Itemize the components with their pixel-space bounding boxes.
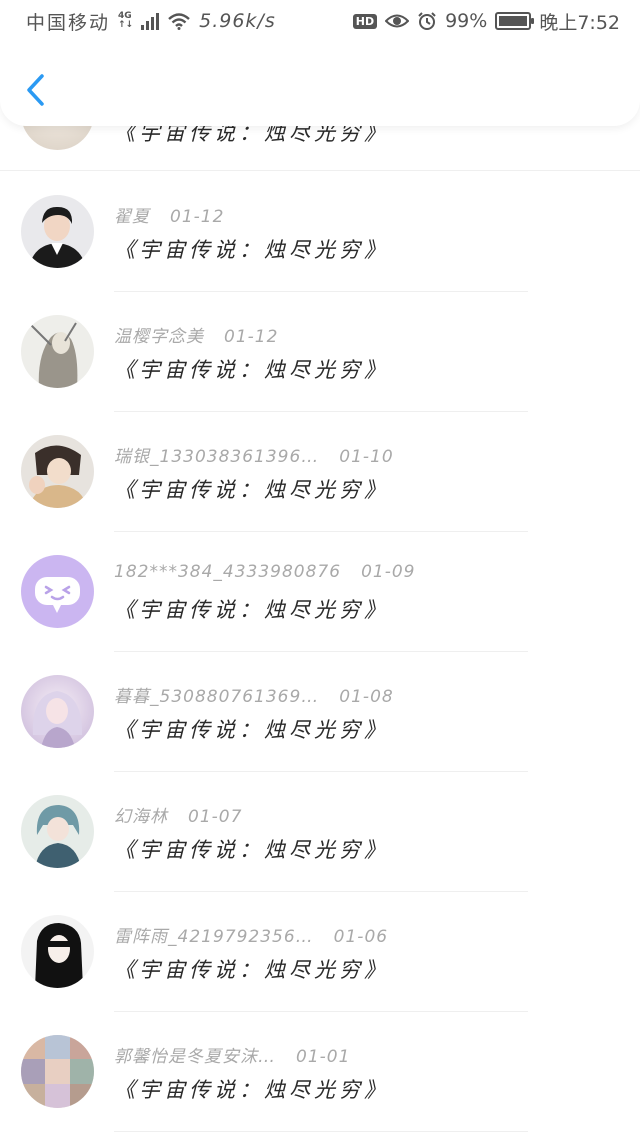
status-bar: 中国移动 4G ↑↓ 5.96k/s HD 99% 晚上7:52: [0, 0, 640, 42]
list-item[interactable]: 182***384_4333980876 01-09 《宇宙传说：烛尽光穷》: [0, 532, 640, 652]
username[interactable]: 幻海林: [114, 807, 168, 827]
avatar[interactable]: [21, 435, 94, 508]
username[interactable]: 雷阵雨_4219792356…: [114, 927, 314, 947]
wifi-icon: [168, 13, 190, 30]
top-bar: [0, 42, 640, 126]
comment-meta: 瑞银_133038361396… 01-10: [114, 442, 394, 467]
list-item[interactable]: 幻海林 01-07 《宇宙传说：烛尽光穷》: [0, 772, 640, 892]
divider: [114, 1131, 528, 1132]
list-item[interactable]: 雷阵雨_4219792356… 01-06 《宇宙传说：烛尽光穷》: [0, 892, 640, 1012]
hd-badge: HD: [352, 13, 378, 29]
divider: [0, 170, 640, 171]
username[interactable]: 瑞银_133038361396…: [114, 447, 319, 467]
comment-text: 《宇宙传说：烛尽光穷》: [114, 478, 389, 502]
chevron-left-icon: [27, 74, 44, 106]
avatar[interactable]: [21, 795, 94, 868]
comment-date: 01-12: [224, 327, 279, 347]
avatar[interactable]: [21, 915, 94, 988]
avatar[interactable]: [21, 195, 94, 268]
comment-list: 《宇宙传说：烛尽光穷》 翟夏 01-12 《宇宙传说：烛尽光穷》 温樱字念美 0…: [0, 0, 640, 1138]
list-item[interactable]: 温樱字念美 01-12 《宇宙传说：烛尽光穷》: [0, 292, 640, 412]
comment-meta: 郭馨怡是冬夏安沫… 01-01: [114, 1042, 350, 1067]
comment-date: 01-09: [361, 562, 416, 582]
list-item[interactable]: 瑞银_133038361396… 01-10 《宇宙传说：烛尽光穷》: [0, 412, 640, 532]
comment-text: 《宇宙传说：烛尽光穷》: [114, 238, 389, 262]
list-item[interactable]: 暮暮_530880761369… 01-08 《宇宙传说：烛尽光穷》: [0, 652, 640, 772]
comment-date: 01-10: [339, 447, 394, 467]
comment-text: 《宇宙传说：烛尽光穷》: [114, 358, 389, 382]
comment-text: 《宇宙传说：烛尽光穷》: [114, 1078, 389, 1102]
avatar[interactable]: [21, 1035, 94, 1108]
signal-icon: [141, 12, 160, 30]
eye-icon: [385, 14, 410, 28]
battery-icon: [495, 12, 535, 30]
comment-meta: 幻海林 01-07: [114, 802, 242, 827]
comment-meta: 182***384_4333980876 01-09: [114, 562, 415, 582]
avatar[interactable]: [21, 675, 94, 748]
network-type: 4G ↑↓: [118, 11, 134, 30]
username[interactable]: 182***384_4333980876: [114, 562, 341, 582]
list-item[interactable]: 郭馨怡是冬夏安沫… 01-01 《宇宙传说：烛尽光穷》: [0, 1012, 640, 1132]
username[interactable]: 暮暮_530880761369…: [114, 687, 319, 707]
comment-date: 01-07: [188, 807, 243, 827]
comment-text: 《宇宙传说：烛尽光穷》: [114, 838, 389, 862]
comment-date: 01-08: [339, 687, 394, 707]
comment-text: 《宇宙传说：烛尽光穷》: [114, 598, 389, 622]
username[interactable]: 翟夏: [114, 207, 150, 227]
username[interactable]: 温樱字念美: [114, 327, 204, 347]
comment-meta: 雷阵雨_4219792356… 01-06: [114, 922, 388, 947]
battery-percent: 99%: [445, 10, 488, 32]
alarm-icon: [418, 12, 436, 30]
comment-text: 《宇宙传说：烛尽光穷》: [114, 718, 389, 742]
comment-date: 01-01: [296, 1047, 351, 1067]
avatar[interactable]: [21, 315, 94, 388]
list-item[interactable]: 翟夏 01-12 《宇宙传说：烛尽光穷》: [0, 172, 640, 292]
comment-date: 01-06: [333, 927, 389, 947]
carrier-name: 中国移动: [26, 11, 111, 34]
username[interactable]: 郭馨怡是冬夏安沫…: [114, 1047, 276, 1067]
comment-text: 《宇宙传说：烛尽光穷》: [114, 958, 389, 982]
clock: 晚上7:52: [539, 11, 620, 34]
comment-meta: 翟夏 01-12: [114, 202, 224, 227]
comment-date: 01-12: [170, 207, 225, 227]
comment-meta: 温樱字念美 01-12: [114, 322, 278, 347]
back-button[interactable]: [22, 70, 52, 110]
comment-meta: 暮暮_530880761369… 01-08: [114, 682, 394, 707]
avatar[interactable]: [21, 555, 94, 628]
network-speed: 5.96k/s: [199, 10, 276, 32]
